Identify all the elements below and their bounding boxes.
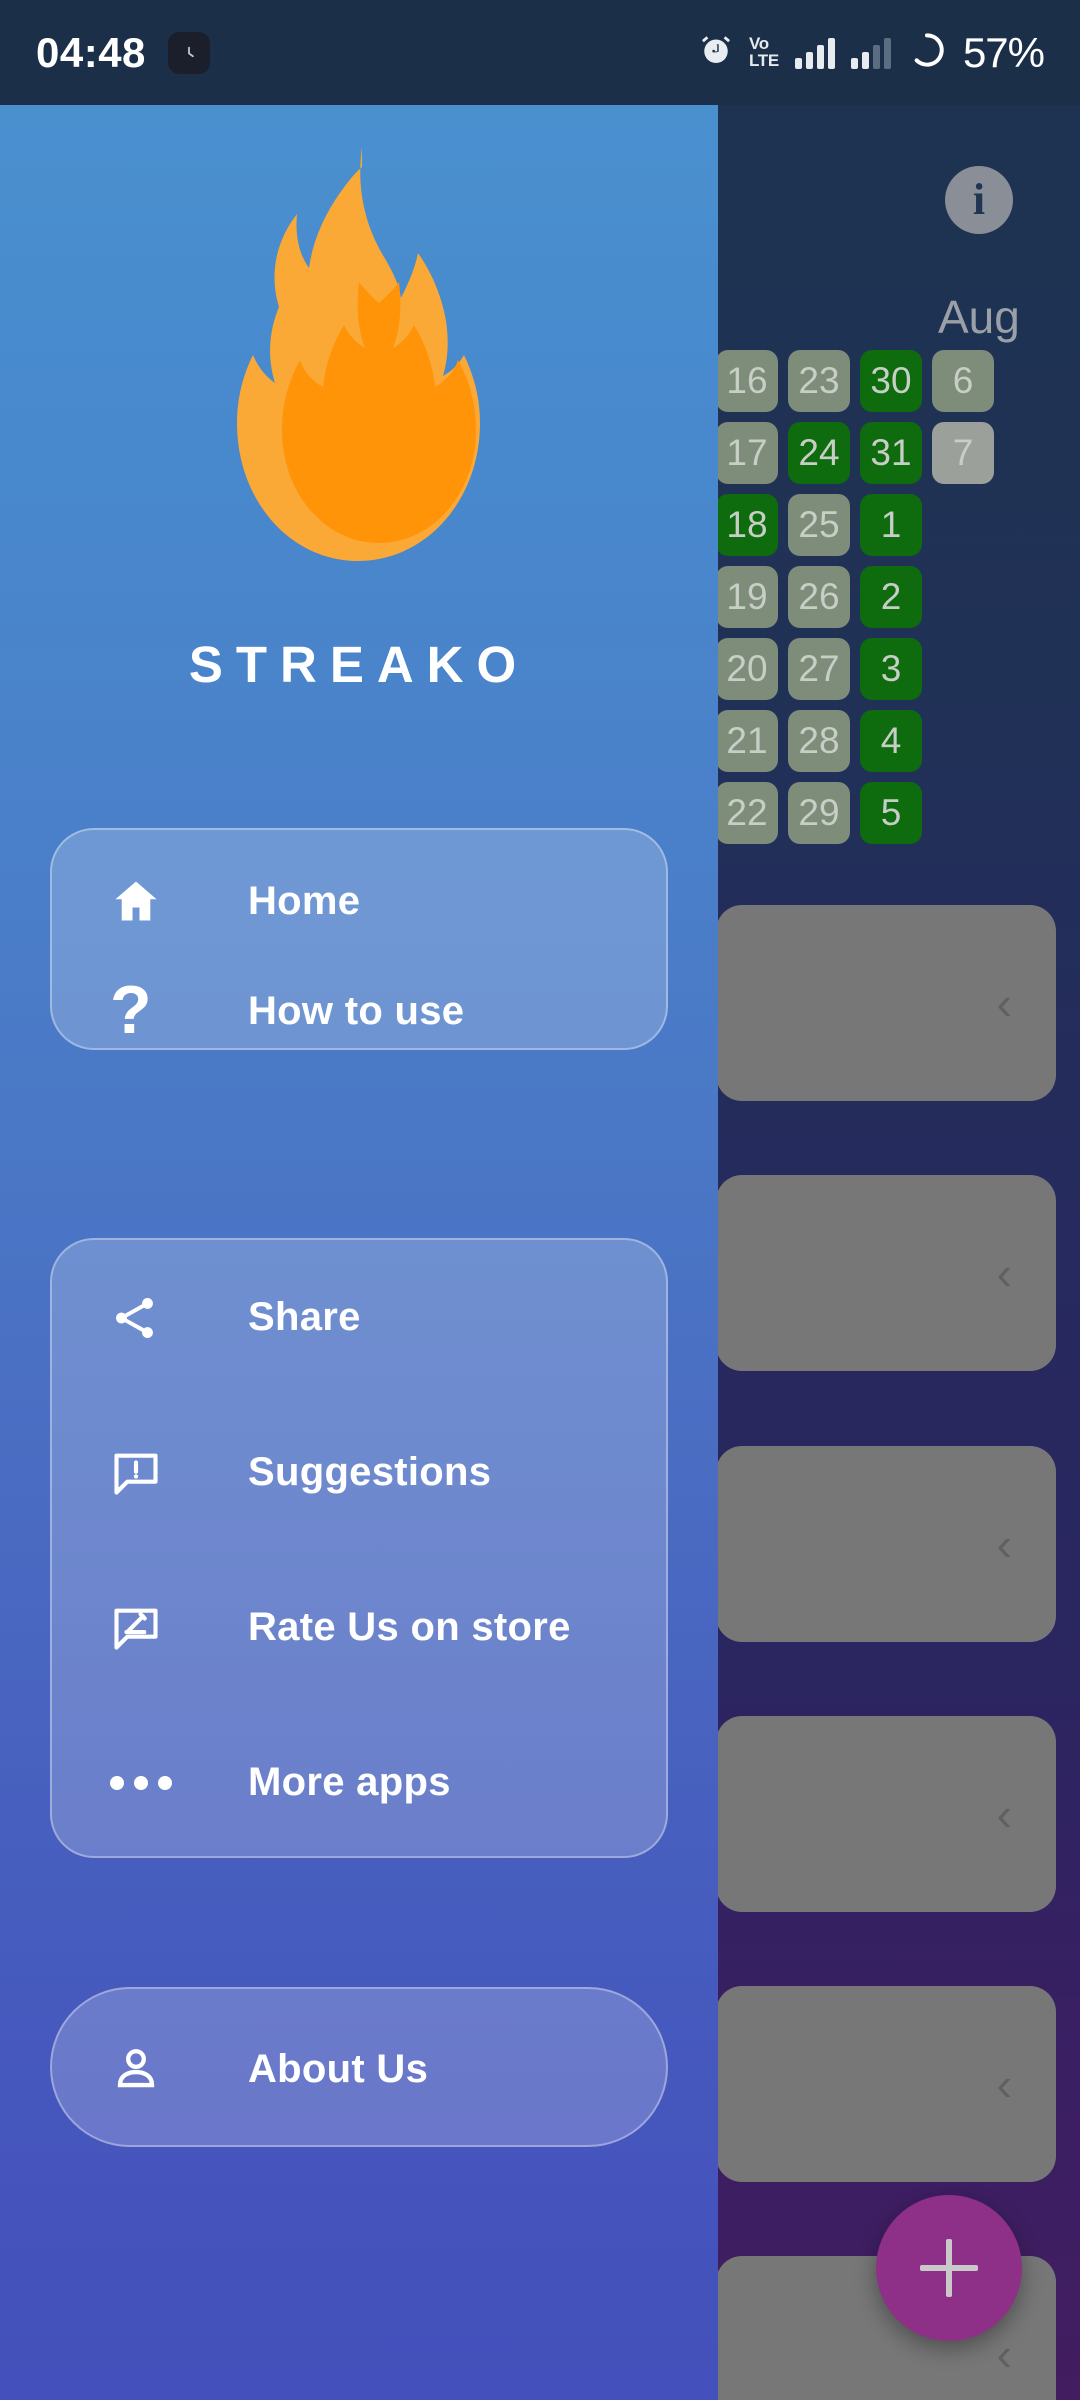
calendar-day-cell[interactable]: 6 <box>932 350 994 412</box>
drawer-group-actions: Share Suggestions Rate Us on store More … <box>50 1238 668 1858</box>
phone-screen: i Aug 16 17 18 19 20 21 22 23 24 25 26 27 28 29 30 31 1 2… <box>0 0 1080 2400</box>
drawer-item-more-apps[interactable]: More apps <box>52 1705 666 1860</box>
status-clock: 04:48 <box>36 28 146 76</box>
drawer-item-share[interactable]: Share <box>52 1240 666 1395</box>
info-icon-label: i <box>972 175 986 224</box>
add-habit-fab[interactable] <box>876 2195 1022 2341</box>
calendar-day-cell[interactable]: 30 <box>860 350 922 412</box>
calendar-day-cell[interactable]: 7 <box>932 422 994 484</box>
calendar-day-cell[interactable]: 17 <box>716 422 778 484</box>
rate-review-icon <box>110 1602 172 1654</box>
calendar-cell-empty <box>932 638 994 700</box>
volte-icon: Vo LTE <box>748 35 779 70</box>
calendar-day-cell[interactable]: 27 <box>788 638 850 700</box>
calendar-day-cell[interactable]: 23 <box>788 350 850 412</box>
battery-circle-icon <box>907 30 947 75</box>
drawer-group-navigation: Home ? How to use <box>50 828 668 1050</box>
signal-icon-2 <box>850 37 891 69</box>
chevron-left-icon: ‹ <box>996 1788 1012 1840</box>
calendar-day-cell[interactable]: 22 <box>716 782 778 844</box>
clock-chip-icon <box>167 31 210 74</box>
calendar-day-cell[interactable]: 24 <box>788 422 850 484</box>
battery-percent-label: 57% <box>962 28 1045 76</box>
share-icon <box>110 1293 172 1343</box>
calendar-day-cell[interactable]: 2 <box>860 566 922 628</box>
info-icon[interactable]: i <box>945 166 1013 234</box>
person-icon <box>110 2043 172 2095</box>
calendar-day-cell[interactable]: 19 <box>716 566 778 628</box>
calendar-day-cell[interactable]: 21 <box>716 710 778 772</box>
streak-calendar[interactable]: 16 17 18 19 20 21 22 23 24 25 26 27 28 29 30 31 1 2 3 4 5 6 7 <box>716 350 1004 854</box>
drawer-item-label: How to use <box>248 988 465 1033</box>
calendar-day-cell[interactable]: 3 <box>860 638 922 700</box>
habit-card[interactable]: ‹ <box>716 905 1056 1101</box>
chevron-left-icon: ‹ <box>996 2328 1012 2380</box>
calendar-day-cell[interactable]: 28 <box>788 710 850 772</box>
habit-card[interactable]: ‹ <box>716 1175 1056 1371</box>
calendar-day-cell[interactable]: 1 <box>860 494 922 556</box>
drawer-item-home[interactable]: Home <box>52 846 666 956</box>
calendar-cell-empty <box>932 710 994 772</box>
calendar-day-cell[interactable]: 26 <box>788 566 850 628</box>
calendar-day-cell[interactable]: 20 <box>716 638 778 700</box>
drawer-item-label: Suggestions <box>248 1450 492 1494</box>
navigation-drawer: STREAKO Home ? How to use Share Suggesti… <box>0 105 718 2400</box>
calendar-cell-empty <box>932 494 994 556</box>
calendar-day-cell[interactable]: 29 <box>788 782 850 844</box>
calendar-day-cell[interactable]: 4 <box>860 710 922 772</box>
status-bar-left: 04:48 <box>36 29 210 77</box>
calendar-day-cell[interactable]: 18 <box>716 494 778 556</box>
status-bar: 04:48 Vo LTE 57% <box>0 0 1080 105</box>
drawer-item-label: Share <box>248 1295 361 1339</box>
calendar-cell-empty <box>932 782 994 844</box>
signal-icon-1 <box>794 37 835 69</box>
home-icon <box>110 875 172 927</box>
alarm-icon <box>699 33 733 72</box>
calendar-day-cell[interactable]: 25 <box>788 494 850 556</box>
drawer-item-about-us[interactable]: About Us <box>52 1989 666 2149</box>
calendar-day-cell[interactable]: 5 <box>860 782 922 844</box>
flame-icon <box>199 139 519 574</box>
drawer-item-label: Home <box>248 878 361 923</box>
drawer-group-about: About Us <box>50 1987 668 2147</box>
calendar-month-label: Aug <box>938 291 1020 343</box>
drawer-item-label: Rate Us on store <box>248 1605 571 1649</box>
drawer-item-rate-us[interactable]: Rate Us on store <box>52 1550 666 1705</box>
calendar-day-cell[interactable]: 31 <box>860 422 922 484</box>
chevron-left-icon: ‹ <box>996 977 1012 1029</box>
status-bar-right: Vo LTE 57% <box>699 28 1045 77</box>
drawer-item-label: More apps <box>248 1760 451 1804</box>
drawer-item-suggestions[interactable]: Suggestions <box>52 1395 666 1550</box>
drawer-item-how-to-use[interactable]: ? How to use <box>52 956 666 1066</box>
plus-icon <box>920 2239 978 2297</box>
calendar-day-cell[interactable]: 16 <box>716 350 778 412</box>
habit-card[interactable]: ‹ <box>716 1716 1056 1912</box>
question-mark-icon: ? <box>110 972 152 1049</box>
drawer-item-label: About Us <box>248 2046 429 2091</box>
chevron-left-icon: ‹ <box>996 1247 1012 1299</box>
more-horizontal-icon <box>110 1775 172 1790</box>
volte-line-2: LTE <box>748 50 779 70</box>
chevron-left-icon: ‹ <box>996 2058 1012 2110</box>
chevron-left-icon: ‹ <box>996 1518 1012 1570</box>
calendar-cell-empty <box>932 566 994 628</box>
app-title: STREAKO <box>188 636 530 693</box>
habit-card[interactable]: ‹ <box>716 1986 1056 2182</box>
habit-card[interactable]: ‹ <box>716 1446 1056 1642</box>
feedback-icon <box>110 1447 172 1499</box>
